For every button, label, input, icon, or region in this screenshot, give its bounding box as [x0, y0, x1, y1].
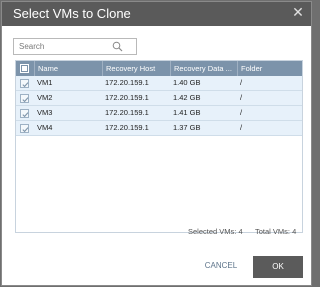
selected-vms-count: Selected VMs: 4: [188, 227, 243, 236]
vm-table: Name Recovery Host Recovery Data ... Fol…: [15, 60, 303, 233]
column-header-recovery-host[interactable]: Recovery Host: [102, 61, 170, 76]
close-icon[interactable]: ✕: [291, 5, 305, 19]
folder: /: [240, 78, 243, 87]
recovery-data: 1.40 GB: [173, 78, 201, 87]
recovery-host: 172.20.159.1: [105, 123, 149, 132]
checkmark-icon: [22, 97, 29, 103]
dialog-titlebar: Select VMs to Clone ✕: [2, 2, 311, 26]
search-box[interactable]: [13, 38, 137, 55]
row-checkbox[interactable]: [20, 124, 29, 133]
recovery-data: 1.42 GB: [173, 93, 201, 102]
select-all-cell: [16, 61, 34, 76]
vm-name: VM3: [37, 108, 53, 117]
select-vms-dialog: Select VMs to Clone ✕ Name Recovery Host…: [1, 1, 312, 286]
vm-name: VM1: [37, 78, 53, 87]
checkmark-icon: [22, 127, 29, 133]
select-all-checkbox[interactable]: [20, 64, 29, 73]
row-checkbox[interactable]: [20, 109, 29, 118]
search-input[interactable]: [14, 39, 119, 54]
column-header-name[interactable]: Name: [34, 61, 102, 76]
checkmark-icon: [22, 112, 29, 118]
dialog-title: Select VMs to Clone: [13, 6, 131, 21]
folder: /: [240, 93, 243, 102]
vm-name: VM2: [37, 93, 53, 102]
search-icon[interactable]: [112, 41, 123, 52]
recovery-host: 172.20.159.1: [105, 78, 149, 87]
table-row[interactable]: VM2 172.20.159.1 1.42 GB /: [16, 91, 302, 106]
table-row[interactable]: VM1 172.20.159.1 1.40 GB /: [16, 76, 302, 91]
recovery-host: 172.20.159.1: [105, 93, 149, 102]
ok-button[interactable]: OK: [253, 256, 303, 278]
column-header-recovery-data[interactable]: Recovery Data ...: [170, 61, 237, 76]
table-header: Name Recovery Host Recovery Data ... Fol…: [16, 61, 302, 76]
row-checkbox[interactable]: [20, 94, 29, 103]
recovery-data: 1.41 GB: [173, 108, 201, 117]
cancel-button[interactable]: CANCEL: [195, 255, 247, 277]
folder: /: [240, 123, 243, 132]
recovery-host: 172.20.159.1: [105, 108, 149, 117]
folder: /: [240, 108, 243, 117]
total-vms-count: Total VMs: 4: [255, 227, 297, 236]
table-row[interactable]: VM4 172.20.159.1 1.37 GB /: [16, 121, 302, 136]
column-header-folder[interactable]: Folder: [237, 61, 304, 76]
vm-name: VM4: [37, 123, 53, 132]
checkmark-icon: [22, 82, 29, 88]
table-row[interactable]: VM3 172.20.159.1 1.41 GB /: [16, 106, 302, 121]
row-checkbox[interactable]: [20, 79, 29, 88]
recovery-data: 1.37 GB: [173, 123, 201, 132]
